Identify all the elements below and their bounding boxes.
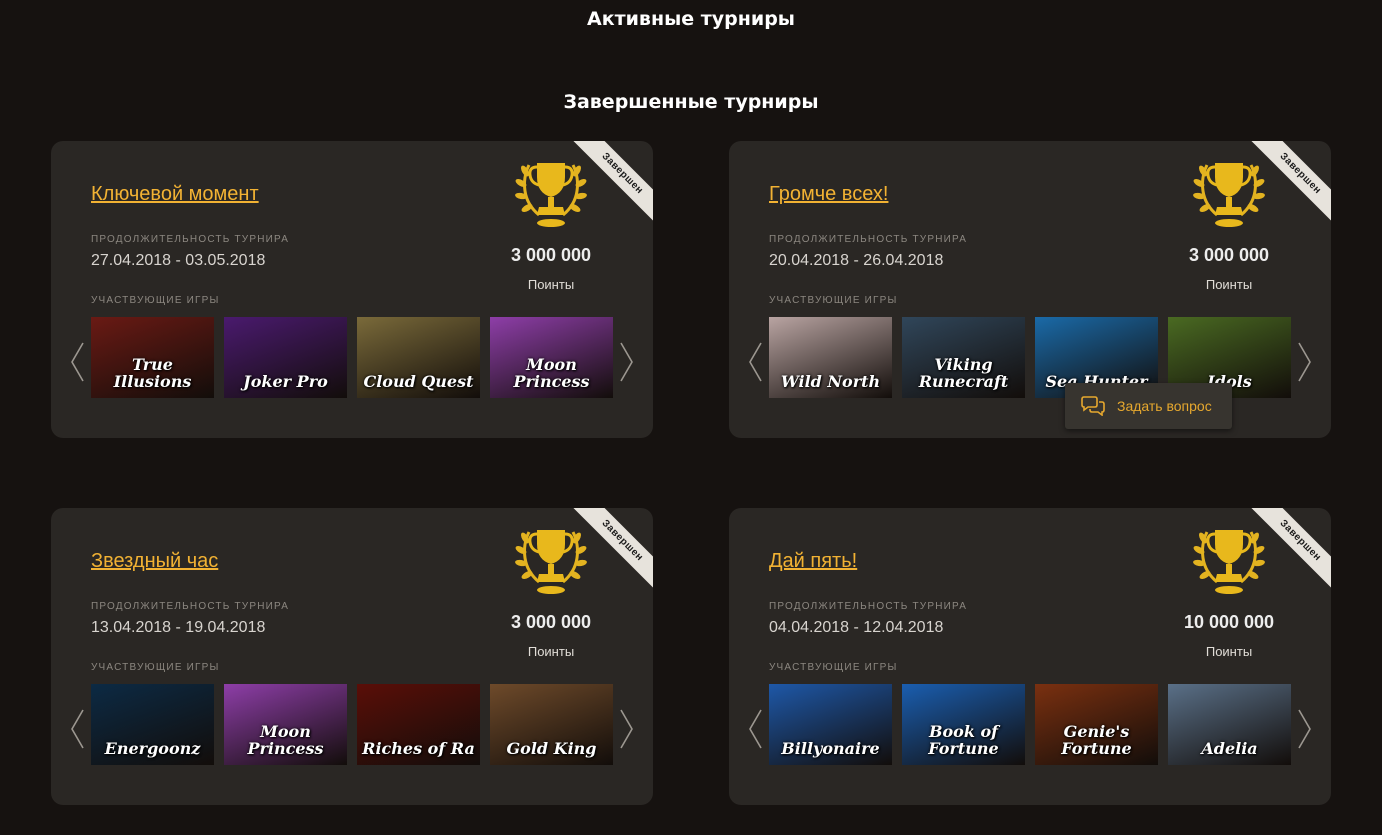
duration-label: ПРОДОЛЖИТЕЛЬНОСТЬ ТУРНИРА	[91, 234, 290, 245]
carousel-next-arrow-icon[interactable]	[1297, 341, 1313, 383]
games-carousel: True Illusions Joker Pro Cloud Quest Moo…	[91, 317, 613, 398]
game-title: True Illusions	[113, 355, 192, 391]
carousel-next-arrow-icon[interactable]	[1297, 708, 1313, 750]
games-label: УЧАСТВУЮЩИЕ ИГРЫ	[91, 295, 220, 306]
prize-points: 10 000 000	[1183, 612, 1275, 632]
prize-unit: Поинты	[527, 277, 575, 292]
carousel-prev-arrow-icon[interactable]	[69, 708, 85, 750]
games-label: УЧАСТВУЮЩИЕ ИГРЫ	[91, 662, 220, 673]
game-title: Genie's Fortune	[1061, 722, 1132, 758]
game-thumbnail[interactable]: Billyonaire	[769, 684, 892, 765]
status-ribbon-label: Завершен	[1246, 141, 1331, 228]
game-thumbnail[interactable]: Riches of Ra	[357, 684, 480, 765]
status-ribbon-label: Завершен	[568, 141, 653, 228]
status-ribbon-label: Завершен	[1246, 508, 1331, 595]
prize-points: 3 000 000	[510, 612, 592, 632]
game-title: Joker Pro	[243, 372, 328, 391]
prize-unit: Поинты	[527, 644, 575, 659]
status-ribbon: Завершен	[1241, 508, 1331, 598]
carousel-prev-arrow-icon[interactable]	[69, 341, 85, 383]
games-label: УЧАСТВУЮЩИЕ ИГРЫ	[769, 662, 898, 673]
game-title: Energoonz	[104, 739, 201, 758]
game-thumbnail[interactable]: Adelia	[1168, 684, 1291, 765]
tournament-dates: 20.04.2018 - 26.04.2018	[769, 252, 944, 269]
tournament-card: Дай пять! ПРОДОЛЖИТЕЛЬНОСТЬ ТУРНИРА 04.0…	[729, 508, 1331, 805]
tournament-dates: 04.04.2018 - 12.04.2018	[769, 619, 944, 636]
chat-icon	[1081, 396, 1105, 416]
status-ribbon: Завершен	[563, 141, 653, 231]
game-title: Billyonaire	[781, 739, 880, 758]
ask-question-button[interactable]: Задать вопрос	[1065, 383, 1232, 429]
game-thumbnail[interactable]: Energoonz	[91, 684, 214, 765]
status-ribbon-label: Завершен	[568, 508, 653, 595]
game-title: Viking Runecraft	[918, 355, 1009, 391]
games-carousel: Billyonaire Book of Fortune Genie's Fort…	[769, 684, 1291, 765]
finished-tournaments-title: Завершенные турниры	[563, 91, 819, 113]
tournament-name-link[interactable]: Ключевой момент	[91, 183, 259, 206]
carousel-prev-arrow-icon[interactable]	[747, 341, 763, 383]
game-thumbnail[interactable]: Gold King	[490, 684, 613, 765]
game-title: Adelia	[1201, 739, 1258, 758]
tournament-card: Ключевой момент ПРОДОЛЖИТЕЛЬНОСТЬ ТУРНИР…	[51, 141, 653, 438]
game-thumbnail[interactable]: Joker Pro	[224, 317, 347, 398]
prize-points: 3 000 000	[510, 245, 592, 265]
game-title: Wild North	[780, 372, 881, 391]
game-thumbnail[interactable]: Moon Princess	[224, 684, 347, 765]
carousel-next-arrow-icon[interactable]	[619, 341, 635, 383]
active-tournaments-title: Активные турниры	[587, 8, 795, 30]
game-thumbnail[interactable]: Book of Fortune	[902, 684, 1025, 765]
game-thumbnail[interactable]: Genie's Fortune	[1035, 684, 1158, 765]
game-title: Book of Fortune	[928, 722, 999, 758]
carousel-next-arrow-icon[interactable]	[619, 708, 635, 750]
tournament-name-link[interactable]: Громче всех!	[769, 183, 888, 206]
game-title: Moon Princess	[247, 722, 324, 758]
status-ribbon: Завершен	[563, 508, 653, 598]
game-thumbnail[interactable]: True Illusions	[91, 317, 214, 398]
game-thumbnail[interactable]: Wild North	[769, 317, 892, 398]
duration-label: ПРОДОЛЖИТЕЛЬНОСТЬ ТУРНИРА	[769, 601, 968, 612]
tournament-name-link[interactable]: Звездный час	[91, 550, 218, 573]
tournament-card: Громче всех! ПРОДОЛЖИТЕЛЬНОСТЬ ТУРНИРА 2…	[729, 141, 1331, 438]
game-title: Gold King	[506, 739, 597, 758]
games-carousel: Energoonz Moon Princess Riches of Ra Gol…	[91, 684, 613, 765]
tournament-dates: 27.04.2018 - 03.05.2018	[91, 252, 266, 269]
duration-label: ПРОДОЛЖИТЕЛЬНОСТЬ ТУРНИРА	[91, 601, 290, 612]
status-ribbon: Завершен	[1241, 141, 1331, 231]
game-thumbnail[interactable]: Viking Runecraft	[902, 317, 1025, 398]
tournament-name-link[interactable]: Дай пять!	[769, 550, 857, 573]
game-title: Riches of Ra	[362, 739, 475, 758]
ask-question-label: Задать вопрос	[1117, 398, 1212, 414]
game-title: Moon Princess	[513, 355, 590, 391]
games-label: УЧАСТВУЮЩИЕ ИГРЫ	[769, 295, 898, 306]
carousel-prev-arrow-icon[interactable]	[747, 708, 763, 750]
tournament-card: Звездный час ПРОДОЛЖИТЕЛЬНОСТЬ ТУРНИРА 1…	[51, 508, 653, 805]
game-title: Cloud Quest	[363, 372, 474, 391]
prize-points: 3 000 000	[1188, 245, 1270, 265]
tournament-dates: 13.04.2018 - 19.04.2018	[91, 619, 266, 636]
game-thumbnail[interactable]: Moon Princess	[490, 317, 613, 398]
prize-unit: Поинты	[1205, 277, 1253, 292]
game-thumbnail[interactable]: Cloud Quest	[357, 317, 480, 398]
prize-unit: Поинты	[1205, 644, 1253, 659]
duration-label: ПРОДОЛЖИТЕЛЬНОСТЬ ТУРНИРА	[769, 234, 968, 245]
